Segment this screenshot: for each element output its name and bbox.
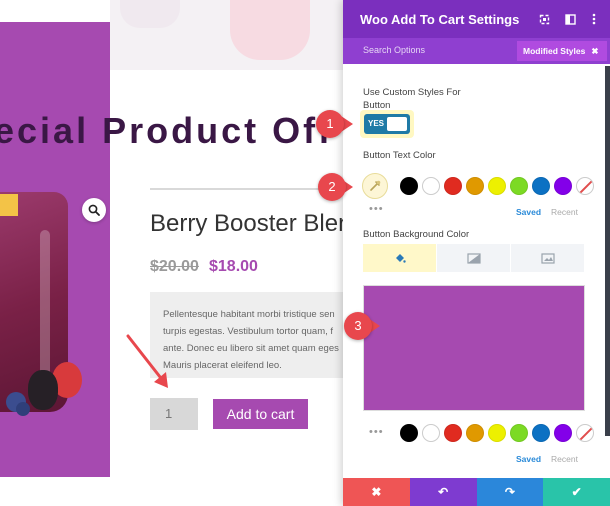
undo-button[interactable]: ↶ bbox=[409, 478, 477, 506]
step-badge-3: 3 bbox=[344, 312, 372, 340]
regular-price: $20.00 bbox=[150, 258, 199, 275]
custom-styles-label: Use Custom Styles For Button bbox=[363, 87, 461, 111]
color-picker-button[interactable] bbox=[362, 173, 388, 199]
description-line: Mauris placerat eleifend leo. bbox=[163, 360, 282, 371]
product-title: Berry Booster Blend bbox=[150, 210, 365, 237]
modified-styles-filter[interactable]: Modified Styles ✖ bbox=[517, 41, 607, 61]
tab-color[interactable] bbox=[363, 244, 437, 272]
redo-button[interactable]: ↷ bbox=[476, 478, 544, 506]
tab-gradient[interactable] bbox=[437, 244, 511, 272]
expand-icon[interactable] bbox=[536, 11, 552, 27]
recent-tab[interactable]: Recent bbox=[551, 454, 578, 464]
custom-styles-toggle[interactable]: YES bbox=[364, 114, 410, 134]
saved-tab[interactable]: Saved bbox=[516, 207, 541, 217]
bg-color-swatches bbox=[400, 424, 594, 442]
step-badge-1: 1 bbox=[316, 110, 344, 138]
toggle-knob bbox=[387, 117, 407, 131]
header-image-strip bbox=[110, 0, 350, 70]
blackberry bbox=[28, 370, 58, 410]
color-swatch-green[interactable] bbox=[510, 424, 528, 442]
color-swatch-red[interactable] bbox=[444, 424, 462, 442]
split-view-icon[interactable] bbox=[562, 11, 578, 27]
panel-header: Woo Add To Cart Settings bbox=[343, 0, 610, 38]
color-swatch-blue[interactable] bbox=[532, 177, 550, 195]
panel-footer: ✖ ↶ ↷ ✔ bbox=[343, 478, 610, 506]
close-icon[interactable]: ✖ bbox=[591, 46, 598, 56]
quantity-input[interactable]: 1 bbox=[150, 398, 198, 430]
color-swatch-orange[interactable] bbox=[466, 177, 484, 195]
saved-tab[interactable]: Saved bbox=[516, 454, 541, 464]
zoom-button[interactable] bbox=[82, 198, 106, 222]
more-colors-icon[interactable]: ••• bbox=[369, 203, 384, 215]
image-icon bbox=[540, 252, 555, 264]
text-color-label: Button Text Color bbox=[363, 150, 436, 161]
color-swatch-orange[interactable] bbox=[466, 424, 484, 442]
panel-tabs: Search Options Modified Styles ✖ bbox=[343, 38, 610, 64]
blueberry bbox=[16, 402, 30, 416]
background-type-tabs bbox=[363, 244, 585, 272]
color-swatch-white[interactable] bbox=[422, 177, 440, 195]
search-options-input[interactable]: Search Options bbox=[363, 45, 425, 55]
eyedropper-icon bbox=[370, 180, 381, 191]
color-swatch-purple[interactable] bbox=[554, 424, 572, 442]
color-swatch-white[interactable] bbox=[422, 424, 440, 442]
toggle-text: YES bbox=[368, 119, 385, 128]
hero-title: ecial Product Off bbox=[0, 110, 334, 151]
color-swatch-yellow[interactable] bbox=[488, 424, 506, 442]
color-swatch-blue[interactable] bbox=[532, 424, 550, 442]
modified-styles-label: Modified Styles bbox=[523, 46, 586, 56]
sale-price: $18.00 bbox=[209, 258, 258, 275]
jar-lid bbox=[0, 194, 18, 216]
cancel-button[interactable]: ✖ bbox=[343, 478, 410, 506]
description-line: turpis egestas. Vestibulum tortor quam, … bbox=[163, 326, 334, 337]
step-badge-2: 2 bbox=[318, 173, 346, 201]
paint-bucket-icon bbox=[395, 254, 406, 263]
scrollbar[interactable] bbox=[605, 66, 610, 436]
gradient-icon bbox=[466, 252, 481, 264]
jar-glare bbox=[40, 230, 50, 380]
text-color-swatches bbox=[400, 177, 594, 195]
color-swatch-yellow[interactable] bbox=[488, 177, 506, 195]
recent-tab[interactable]: Recent bbox=[551, 207, 578, 217]
save-button[interactable]: ✔ bbox=[543, 478, 610, 506]
panel-title: Woo Add To Cart Settings bbox=[360, 12, 520, 27]
color-swatch-red[interactable] bbox=[444, 177, 462, 195]
more-colors-icon[interactable]: ••• bbox=[369, 426, 384, 438]
search-icon bbox=[88, 204, 100, 216]
color-swatch-black[interactable] bbox=[400, 424, 418, 442]
add-to-cart-button[interactable]: Add to cart bbox=[213, 399, 308, 429]
bg-color-label: Button Background Color bbox=[363, 229, 470, 240]
decor-shape bbox=[230, 0, 310, 60]
color-swatch-none[interactable] bbox=[576, 177, 594, 195]
product-description: Pellentesque habitant morbi tristique se… bbox=[150, 292, 370, 378]
decor-shape bbox=[120, 0, 180, 28]
color-swatch-black[interactable] bbox=[400, 177, 418, 195]
color-swatch-green[interactable] bbox=[510, 177, 528, 195]
color-swatch-purple[interactable] bbox=[554, 177, 572, 195]
description-line: ante. Donec eu libero sit amet quam eges bbox=[163, 343, 339, 354]
color-swatch-none[interactable] bbox=[576, 424, 594, 442]
description-line: Pellentesque habitant morbi tristique se… bbox=[163, 309, 335, 320]
annotation-arrow-icon bbox=[126, 334, 168, 388]
background-color-preview[interactable] bbox=[363, 285, 585, 411]
settings-panel: Woo Add To Cart Settings Search Options … bbox=[343, 0, 610, 506]
tab-image[interactable] bbox=[511, 244, 585, 272]
more-options-icon[interactable] bbox=[586, 11, 602, 27]
